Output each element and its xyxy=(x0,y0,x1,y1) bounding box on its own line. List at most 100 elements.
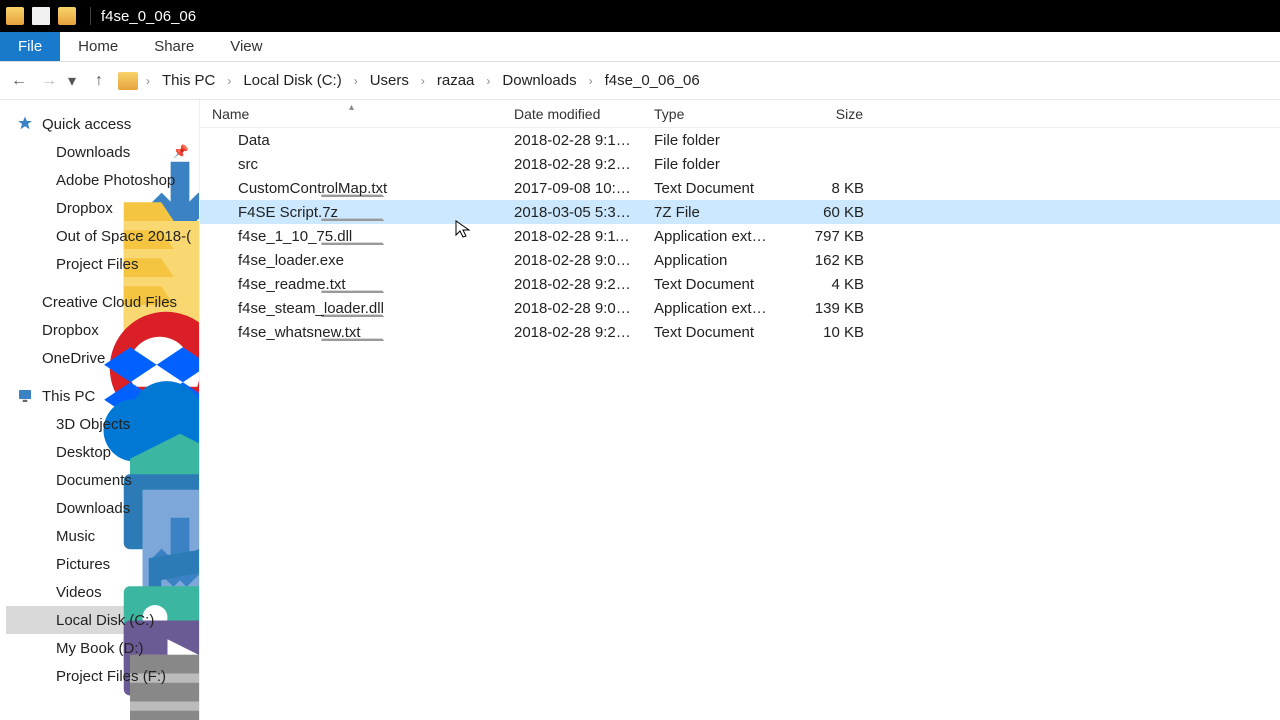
chevron-right-icon[interactable]: › xyxy=(225,74,233,88)
file-type: Application extens... xyxy=(644,228,784,245)
file-date: 2018-02-28 9:22 PM xyxy=(504,276,644,293)
download-icon xyxy=(30,143,48,161)
sidebar-item-thispc-0[interactable]: 3D Objects xyxy=(6,410,195,438)
column-header-size[interactable]: Size xyxy=(784,106,874,122)
sidebar-item-quick-4[interactable]: Project Files xyxy=(6,250,195,278)
nav-up-button[interactable]: ↑ xyxy=(88,70,110,92)
sidebar-item-label: This PC xyxy=(42,388,95,405)
sidebar-item-thispc-7[interactable]: Local Disk (C:) xyxy=(6,606,195,634)
chevron-right-icon[interactable]: › xyxy=(352,74,360,88)
column-header-name[interactable]: ▴ Name xyxy=(200,106,504,122)
file-icon xyxy=(212,179,230,197)
file-date: 2018-02-28 9:23 PM xyxy=(504,324,644,341)
table-row[interactable]: Data 2018-02-28 9:19 PM File folder xyxy=(200,128,1280,152)
sidebar-item-thispc-4[interactable]: Music xyxy=(6,522,195,550)
file-date: 2018-02-28 9:11 PM xyxy=(504,228,644,245)
sidebar-item-label: Downloads xyxy=(56,500,130,517)
music-icon xyxy=(30,527,48,545)
sidebar-item-label: Project Files (F:) xyxy=(56,668,166,685)
folder-icon xyxy=(30,171,48,189)
file-name: F4SE Script.7z xyxy=(238,204,338,221)
sidebar-item-quick-0[interactable]: Downloads 📌 xyxy=(6,138,195,166)
sidebar-quick-access[interactable]: Quick access xyxy=(6,110,195,138)
sidebar-root-0[interactable]: Creative Cloud Files xyxy=(6,288,195,316)
file-icon xyxy=(212,323,230,341)
ribbon-tab-home[interactable]: Home xyxy=(60,32,136,61)
ribbon: File Home Share View xyxy=(0,32,1280,62)
nav-history-dropdown[interactable]: ▾ xyxy=(68,71,80,91)
sidebar-item-quick-1[interactable]: Adobe Photoshop xyxy=(6,166,195,194)
file-type: File folder xyxy=(644,132,784,149)
sidebar-item-thispc-8[interactable]: My Book (D:) xyxy=(6,634,195,662)
breadcrumb-local-disk[interactable]: Local Disk (C:) xyxy=(239,70,345,91)
chevron-right-icon[interactable]: › xyxy=(587,74,595,88)
ribbon-tab-share[interactable]: Share xyxy=(136,32,212,61)
navigation-pane: Quick access Downloads 📌 Adobe Photoshop… xyxy=(0,100,200,720)
table-row[interactable]: f4se_1_10_75.dll 2018-02-28 9:11 PM Appl… xyxy=(200,224,1280,248)
file-date: 2018-02-28 9:06 PM xyxy=(504,252,644,269)
titlebar-folder-icon xyxy=(6,7,24,25)
chevron-right-icon[interactable]: › xyxy=(144,74,152,88)
breadcrumb-users[interactable]: Users xyxy=(366,70,413,91)
sidebar-item-quick-2[interactable]: Dropbox xyxy=(6,194,195,222)
ribbon-tab-file[interactable]: File xyxy=(0,32,60,61)
column-header-type[interactable]: Type xyxy=(644,106,784,122)
sidebar-item-thispc-6[interactable]: Videos xyxy=(6,578,195,606)
titlebar-folder-icon-2 xyxy=(58,7,76,25)
folder-icon xyxy=(30,227,48,245)
table-row[interactable]: f4se_loader.exe 2018-02-28 9:06 PM Appli… xyxy=(200,248,1280,272)
titlebar-separator xyxy=(90,7,91,25)
folder-icon xyxy=(30,199,48,217)
sidebar-item-quick-3[interactable]: Out of Space 2018-( xyxy=(6,222,195,250)
sidebar-root-2[interactable]: OneDrive xyxy=(6,344,195,372)
file-name: CustomControlMap.txt xyxy=(238,180,387,197)
sidebar-item-thispc-1[interactable]: Desktop xyxy=(6,438,195,466)
file-name: f4se_loader.exe xyxy=(238,252,344,269)
breadcrumb-folder-icon xyxy=(118,72,138,90)
table-row[interactable]: CustomControlMap.txt 2017-09-08 10:06 ..… xyxy=(200,176,1280,200)
window-title: f4se_0_06_06 xyxy=(101,8,196,25)
sidebar-item-label: Quick access xyxy=(42,116,131,133)
exe-icon xyxy=(212,251,230,269)
table-row[interactable]: f4se_readme.txt 2018-02-28 9:22 PM Text … xyxy=(200,272,1280,296)
file-size: 10 KB xyxy=(784,324,874,341)
pin-icon: 📌 xyxy=(173,144,189,160)
dropbox-icon xyxy=(16,321,34,339)
sidebar-item-label: 3D Objects xyxy=(56,416,130,433)
sidebar-item-label: Pictures xyxy=(56,556,110,573)
table-row[interactable]: src 2018-02-28 9:26 PM File folder xyxy=(200,152,1280,176)
breadcrumb-this-pc[interactable]: This PC xyxy=(158,70,219,91)
file-size: 139 KB xyxy=(784,300,874,317)
column-header-date[interactable]: Date modified xyxy=(504,106,644,122)
sidebar-item-thispc-3[interactable]: Downloads xyxy=(6,494,195,522)
star-icon xyxy=(16,115,34,133)
chevron-right-icon[interactable]: › xyxy=(484,74,492,88)
breadcrumb-downloads[interactable]: Downloads xyxy=(498,70,580,91)
file-icon xyxy=(212,299,230,317)
file-size: 162 KB xyxy=(784,252,874,269)
file-type: Text Document xyxy=(644,276,784,293)
file-list: ▴ Name Date modified Type Size Data 2018… xyxy=(200,100,1280,720)
chevron-right-icon[interactable]: › xyxy=(419,74,427,88)
sidebar-item-label: Dropbox xyxy=(56,200,113,217)
mouse-cursor-icon xyxy=(455,220,471,240)
table-row[interactable]: f4se_whatsnew.txt 2018-02-28 9:23 PM Tex… xyxy=(200,320,1280,344)
breadcrumb-razaa[interactable]: razaa xyxy=(433,70,479,91)
file-type: Text Document xyxy=(644,180,784,197)
nav-back-button[interactable]: ← xyxy=(8,70,30,92)
breadcrumb[interactable]: › This PC › Local Disk (C:) › Users › ra… xyxy=(118,70,704,91)
sidebar-item-thispc-5[interactable]: Pictures xyxy=(6,550,195,578)
breadcrumb-current[interactable]: f4se_0_06_06 xyxy=(601,70,704,91)
file-icon xyxy=(212,275,230,293)
sidebar-item-label: Desktop xyxy=(56,444,111,461)
sidebar-item-label: Local Disk (C:) xyxy=(56,612,154,629)
nav-forward-button[interactable]: → xyxy=(38,70,60,92)
sidebar-root-1[interactable]: Dropbox xyxy=(6,316,195,344)
sidebar-item-thispc-2[interactable]: Documents xyxy=(6,466,195,494)
table-row[interactable]: f4se_steam_loader.dll 2018-02-28 9:06 PM… xyxy=(200,296,1280,320)
sidebar-item-thispc-9[interactable]: Project Files (F:) xyxy=(6,662,195,690)
desktop-icon xyxy=(30,443,48,461)
file-size: 797 KB xyxy=(784,228,874,245)
table-row[interactable]: F4SE Script.7z 2018-03-05 5:30 AM 7Z Fil… xyxy=(200,200,1280,224)
ribbon-tab-view[interactable]: View xyxy=(212,32,280,61)
